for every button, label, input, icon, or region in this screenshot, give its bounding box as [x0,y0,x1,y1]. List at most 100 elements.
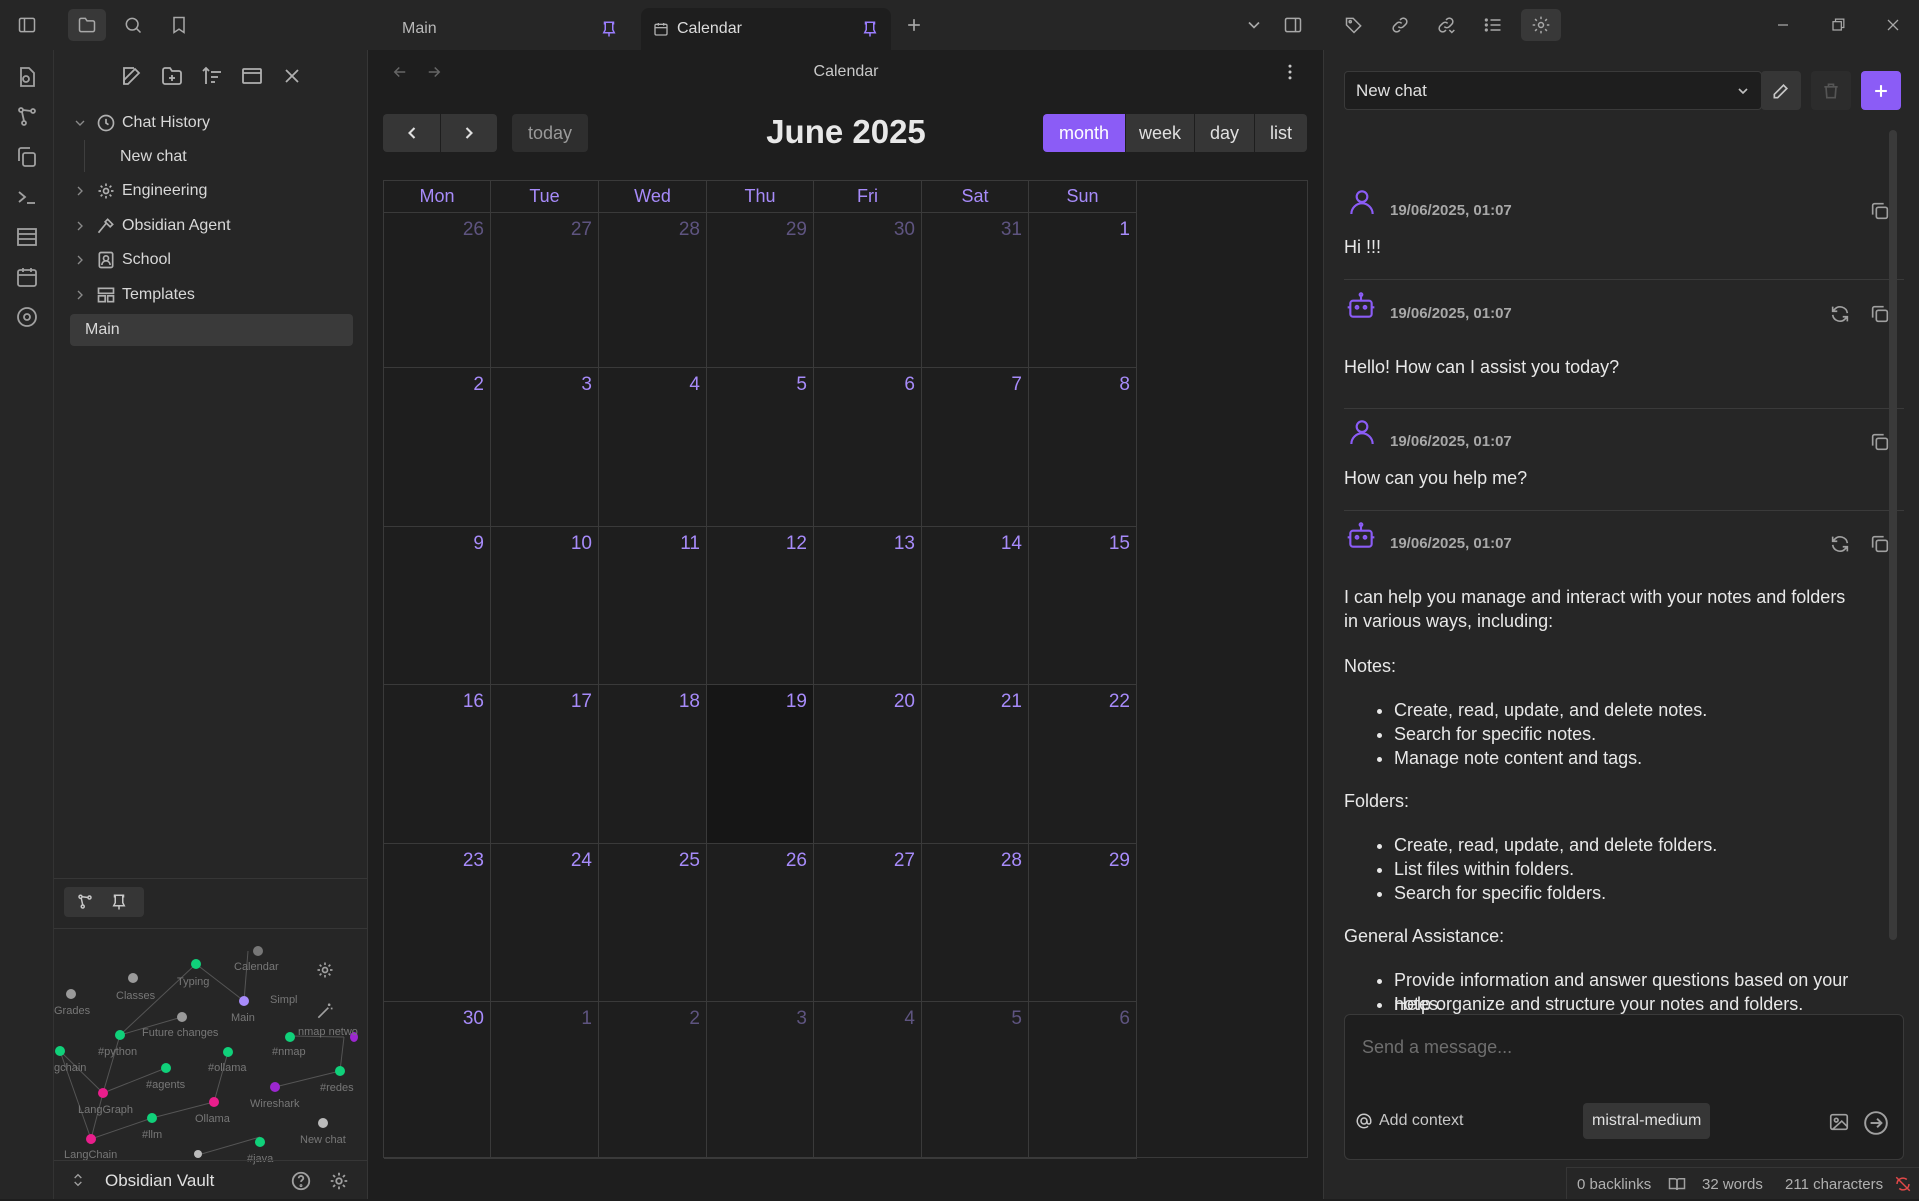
graph-node[interactable] [209,1097,219,1107]
outline-icon[interactable] [1480,12,1506,38]
day-cell[interactable]: 23 [384,844,491,1002]
day-number[interactable]: 29 [786,219,807,241]
tree-folder-engineering[interactable]: Engineering [72,175,353,207]
new-note-icon[interactable] [120,64,144,88]
day-number[interactable]: 24 [571,850,592,872]
next-month-button[interactable] [441,114,497,152]
day-cell[interactable]: 29 [1029,844,1137,1002]
graph-node[interactable] [128,973,138,983]
day-cell[interactable]: 8 [1029,368,1137,527]
copy-icon[interactable] [1869,303,1891,325]
tree-folder-templates[interactable]: Templates [72,279,353,311]
search-icon[interactable] [120,12,146,38]
close-icon[interactable] [1880,12,1906,38]
copy-icon[interactable] [1869,533,1891,555]
calendar-icon[interactable] [15,265,39,289]
day-cell[interactable]: 2 [599,1002,707,1159]
copy-icon[interactable] [1869,431,1891,453]
sync-off-icon[interactable] [1894,1175,1912,1193]
day-number[interactable]: 1 [1119,219,1130,241]
graph-view-icon[interactable] [15,105,39,129]
auto-reveal-icon[interactable] [240,64,264,88]
day-cell[interactable]: 2 [384,368,491,527]
graph-node-current[interactable] [239,996,249,1006]
day-number[interactable]: 31 [1001,219,1022,241]
tree-file-main[interactable]: Main [70,314,353,346]
day-cell[interactable]: 24 [491,844,599,1002]
day-number[interactable]: 9 [473,533,484,555]
day-cell[interactable]: 9 [384,527,491,685]
day-cell[interactable]: 15 [1029,527,1137,685]
graph-node[interactable] [86,1134,96,1144]
tree-folder-school[interactable]: School [72,244,353,276]
day-cell[interactable]: 1 [491,1002,599,1159]
day-cell[interactable]: 12 [707,527,814,685]
day-number[interactable]: 21 [1001,691,1022,713]
day-cell[interactable]: 29 [707,213,814,368]
scrollbar[interactable] [1889,130,1897,940]
files-icon[interactable] [68,9,106,41]
day-cell[interactable]: 30 [814,213,922,368]
prev-month-button[interactable] [383,114,440,152]
graph-node[interactable] [177,1012,187,1022]
graph-node[interactable] [55,1046,65,1056]
gear-icon[interactable] [328,1170,350,1192]
graph-node[interactable] [318,1118,328,1128]
day-number[interactable]: 4 [904,1008,915,1030]
day-number[interactable]: 15 [1109,533,1130,555]
day-cell[interactable]: 21 [922,685,1029,844]
day-number[interactable]: 17 [571,691,592,713]
day-cell[interactable]: 19 [707,685,814,844]
chat-selector[interactable]: New chat [1344,71,1762,110]
day-cell[interactable]: 27 [814,844,922,1002]
graph-node[interactable] [194,1150,202,1158]
graph-node[interactable] [147,1113,157,1123]
chevron-updown-icon[interactable] [70,1172,86,1188]
day-number[interactable]: 26 [786,850,807,872]
day-number[interactable]: 6 [1119,1008,1130,1030]
delete-chat-button[interactable] [1811,71,1851,110]
link-forward-icon[interactable] [1433,12,1459,38]
day-number[interactable]: 16 [463,691,484,713]
graph-node[interactable] [161,1063,171,1073]
day-cell[interactable]: 1 [1029,213,1137,368]
magic-wand-icon[interactable] [315,1001,335,1021]
view-week-button[interactable]: week [1126,114,1194,152]
day-cell[interactable]: 22 [1029,685,1137,844]
image-icon[interactable] [1828,1111,1850,1133]
day-number[interactable]: 13 [894,533,915,555]
day-number[interactable]: 30 [463,1008,484,1030]
link-edit-icon[interactable] [1387,12,1413,38]
day-cell[interactable]: 10 [491,527,599,685]
graph-node[interactable] [191,959,201,969]
terminal-icon[interactable] [15,185,39,209]
day-number[interactable]: 28 [1001,850,1022,872]
day-cell[interactable]: 27 [491,213,599,368]
day-number[interactable]: 3 [581,374,592,396]
day-cell[interactable]: 26 [384,213,491,368]
book-open-icon[interactable] [1668,1175,1686,1193]
restore-icon[interactable] [1825,12,1851,38]
day-number[interactable]: 8 [1119,374,1130,396]
graph-node[interactable] [223,1047,233,1057]
tree-folder-chat-history[interactable]: Chat History [72,107,353,139]
agent-icon[interactable] [15,305,39,329]
lines-icon[interactable] [15,225,39,249]
rename-chat-button[interactable] [1761,71,1801,110]
day-cell[interactable]: 26 [707,844,814,1002]
view-day-button[interactable]: day [1195,114,1254,152]
sidebar-toggle-icon[interactable] [14,12,40,38]
day-number[interactable]: 22 [1109,691,1130,713]
day-number[interactable]: 6 [904,374,915,396]
model-selector[interactable]: mistral-medium [1583,1103,1711,1139]
day-cell[interactable]: 11 [599,527,707,685]
day-cell[interactable]: 13 [814,527,922,685]
day-number[interactable]: 28 [679,219,700,241]
help-icon[interactable] [290,1170,312,1192]
graph-node[interactable] [335,1066,345,1076]
minimize-icon[interactable] [1770,12,1796,38]
day-number[interactable]: 1 [581,1008,592,1030]
new-chat-button[interactable] [1861,71,1901,110]
day-cell[interactable]: 30 [384,1002,491,1159]
day-number[interactable]: 20 [894,691,915,713]
